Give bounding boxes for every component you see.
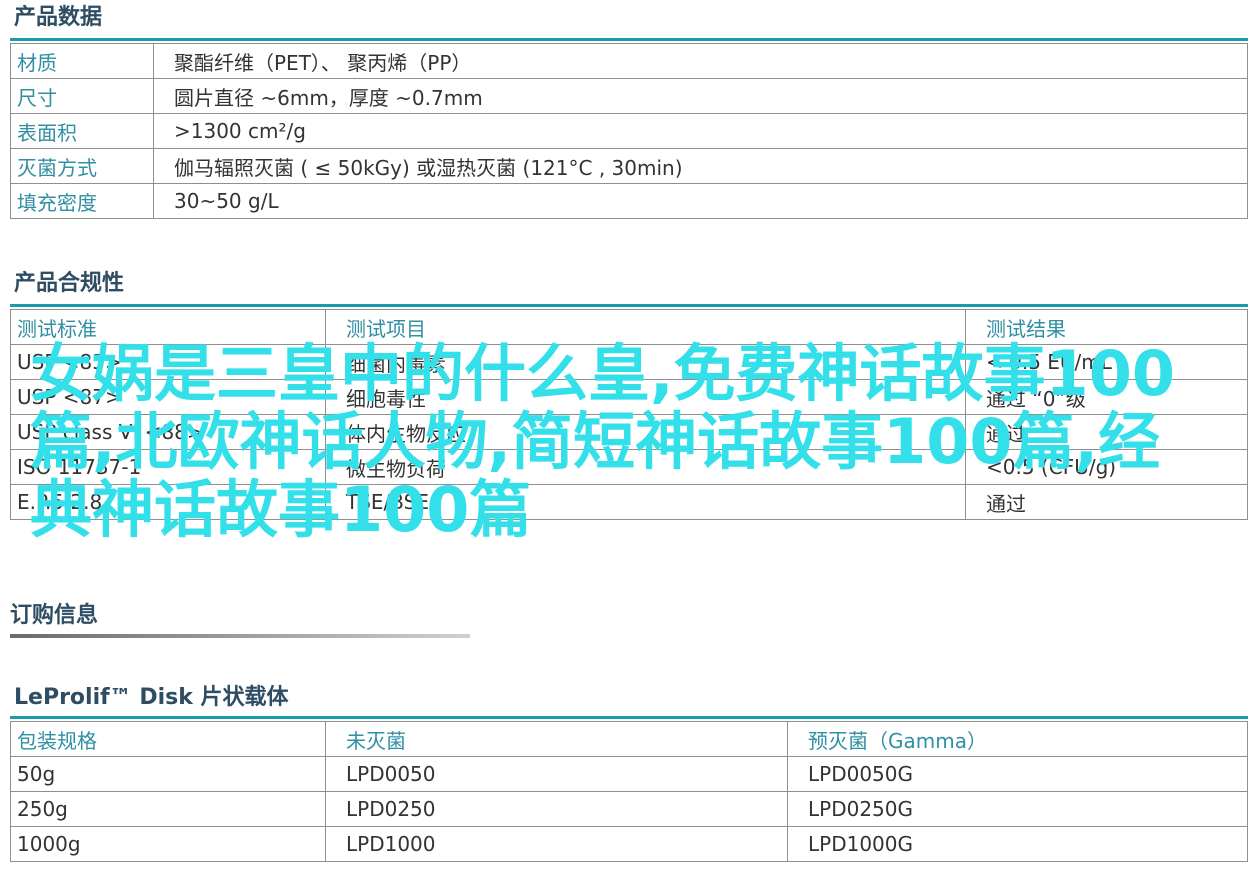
product-data-title: 产品数据 (14, 5, 103, 30)
table-cell: LPD1000 (325, 826, 788, 862)
disk-table: 包装规格 未灭菌 预灭菌（Gamma） 50g LPD0050 LPD0050G… (10, 721, 1248, 862)
product-data-table: 材质 聚酯纤维（PET）、 聚丙烯（PP） 尺寸 圆片直径 ~6mm，厚度 ~0… (10, 43, 1248, 219)
compliance-title: 产品合规性 (14, 271, 125, 296)
table-row: 填充密度 30~50 g/L (10, 183, 1248, 219)
disk-table-title-bar (10, 716, 1248, 719)
product-data-title-bar (10, 38, 1248, 41)
spec-key: 材质 (10, 43, 154, 79)
column-header: 包装规格 (10, 721, 326, 757)
table-cell: LPD0250 (325, 791, 788, 827)
table-cell: LPD0050 (325, 756, 788, 792)
table-cell: LPD1000G (787, 826, 1248, 862)
spec-value: 30~50 g/L (153, 183, 1248, 219)
order-info-title: 订购信息 (10, 603, 99, 628)
table-cell: LPD0250G (787, 791, 1248, 827)
table-cell: 1000g (10, 826, 326, 862)
table-header-row: 包装规格 未灭菌 预灭菌（Gamma） (10, 721, 1248, 757)
order-info-underline (10, 634, 470, 638)
spec-value: 圆片直径 ~6mm，厚度 ~0.7mm (153, 78, 1248, 114)
overlay-headline: 女娲是三皇中的什么皇,免费神话故事100篇,北欧神话人物,简短神话故事100篇,… (30, 337, 1175, 546)
spec-key: 尺寸 (10, 78, 154, 114)
disk-table-title: LeProlif™ Disk 片状载体 (14, 685, 289, 710)
table-row: 表面积 >1300 cm²/g (10, 113, 1248, 149)
column-header: 未灭菌 (325, 721, 788, 757)
table-row: 材质 聚酯纤维（PET）、 聚丙烯（PP） (10, 43, 1248, 79)
spec-key: 填充密度 (10, 183, 154, 219)
table-row: 尺寸 圆片直径 ~6mm，厚度 ~0.7mm (10, 78, 1248, 114)
spec-key: 灭菌方式 (10, 148, 154, 184)
table-cell: 50g (10, 756, 326, 792)
spec-key: 表面积 (10, 113, 154, 149)
compliance-title-bar (10, 304, 1248, 307)
table-cell: LPD0050G (787, 756, 1248, 792)
table-row: 50g LPD0050 LPD0050G (10, 756, 1248, 792)
spec-value: >1300 cm²/g (153, 113, 1248, 149)
column-header: 预灭菌（Gamma） (787, 721, 1248, 757)
table-cell: 250g (10, 791, 326, 827)
spec-value: 伽马辐照灭菌 ( ≤ 50kGy) 或湿热灭菌 (121°C , 30min) (153, 148, 1248, 184)
table-row: 1000g LPD1000 LPD1000G (10, 826, 1248, 862)
table-row: 灭菌方式 伽马辐照灭菌 ( ≤ 50kGy) 或湿热灭菌 (121°C , 30… (10, 148, 1248, 184)
table-row: 250g LPD0250 LPD0250G (10, 791, 1248, 827)
spec-value: 聚酯纤维（PET）、 聚丙烯（PP） (153, 43, 1248, 79)
